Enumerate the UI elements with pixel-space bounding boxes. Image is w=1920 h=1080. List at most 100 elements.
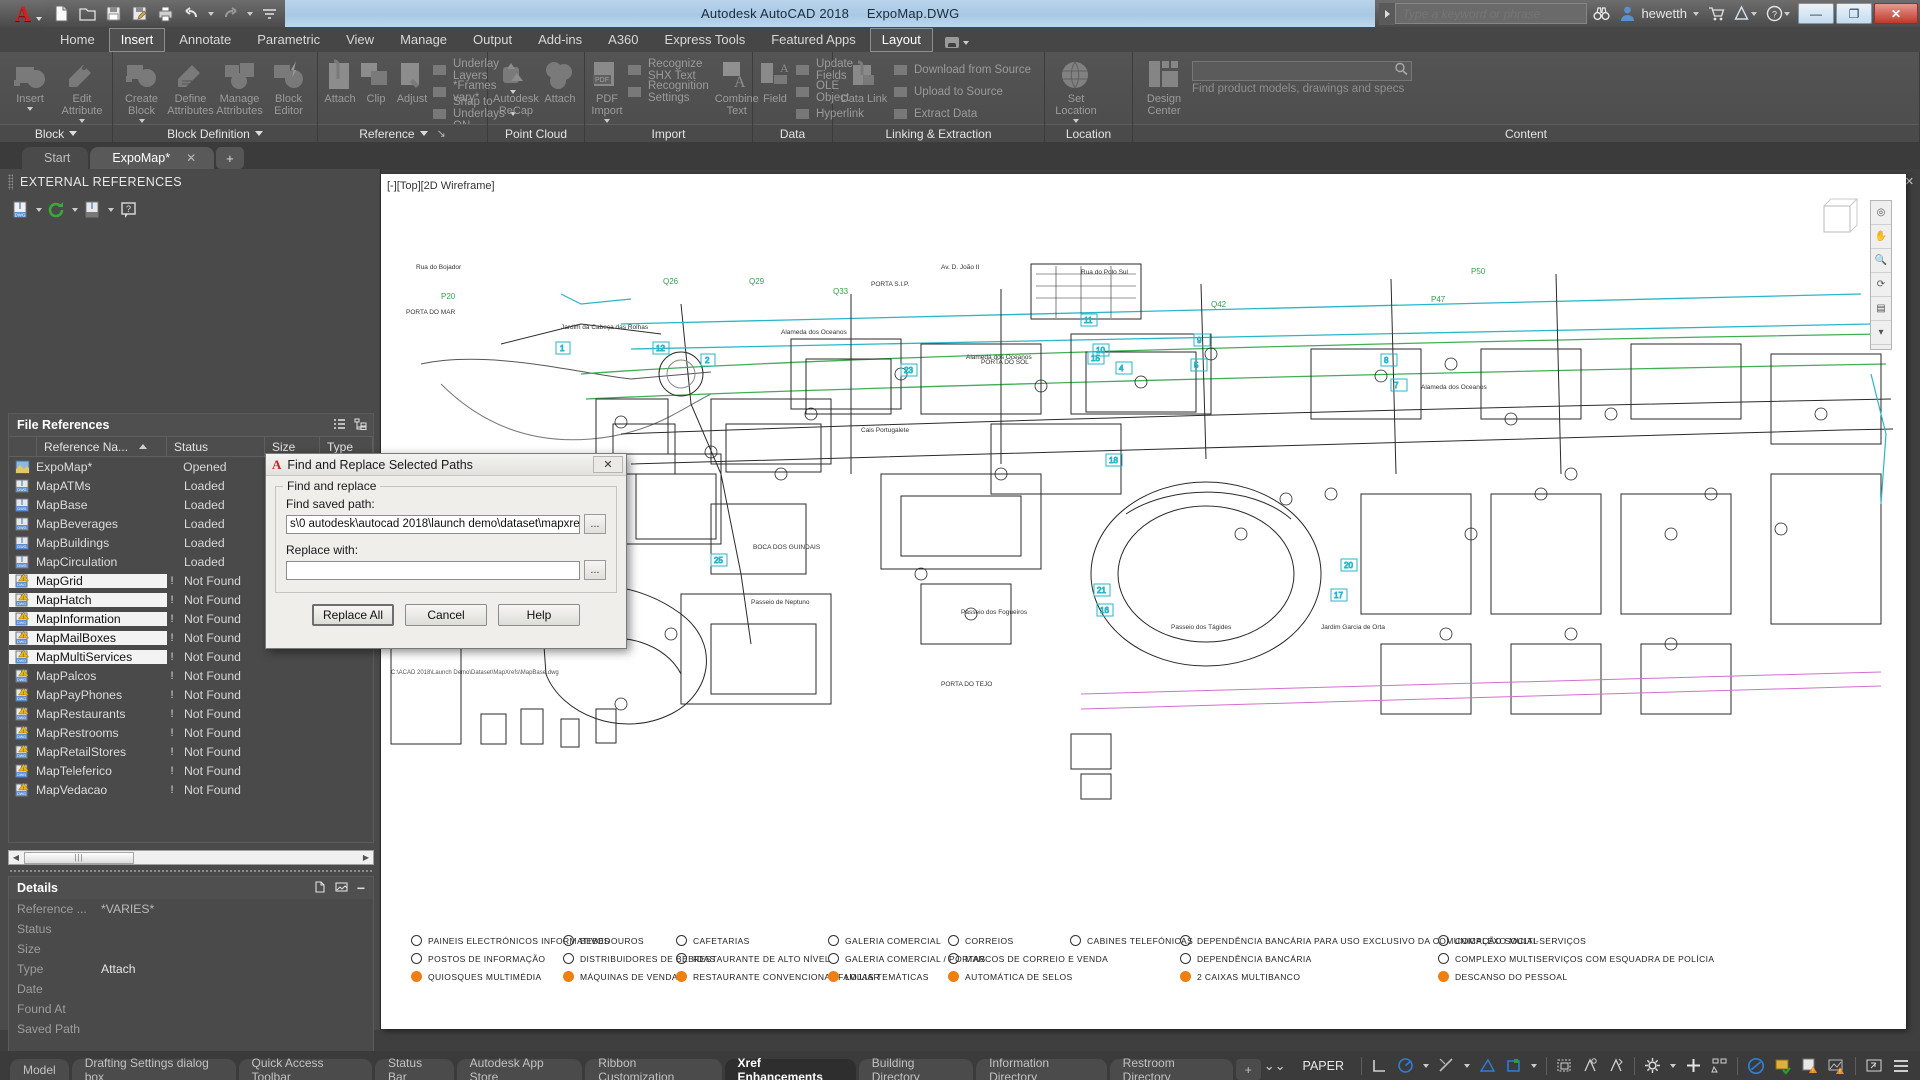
panel-title[interactable]: Reference ↘ xyxy=(318,124,487,142)
change-path-icon[interactable] xyxy=(82,200,104,220)
viewport-close-icon[interactable]: ✕ xyxy=(1905,175,1914,188)
xref-name-cell[interactable]: DWG! MapRetailStores xyxy=(9,744,167,759)
help-dropdown-icon[interactable] xyxy=(1784,11,1790,16)
chevron-down-icon[interactable] xyxy=(604,119,610,123)
help-icon[interactable]: ? xyxy=(1765,4,1784,23)
osnap-dropdown-icon[interactable] xyxy=(1531,1063,1537,1068)
scrollbar-thumb[interactable]: ||| xyxy=(24,851,134,864)
redo-dropdown-icon[interactable] xyxy=(247,11,253,16)
ribbon-button-attach[interactable]: Attach xyxy=(323,55,357,105)
annotation-visibility-icon[interactable] xyxy=(1556,1057,1573,1074)
customize-qat-icon[interactable] xyxy=(260,4,279,23)
help-button[interactable]: Help xyxy=(498,604,580,626)
details-view-icon[interactable] xyxy=(314,880,326,896)
layout-tab-xref-enhancements[interactable]: Xref Enhancements xyxy=(724,1056,856,1080)
xref-name-cell[interactable]: DWG! MapTeleferico xyxy=(9,763,167,778)
ribbon-tab-view[interactable]: View xyxy=(334,28,386,52)
panel-title[interactable]: Block Definition xyxy=(113,124,317,142)
ribbon-button-data-link[interactable]: Data Link xyxy=(838,55,890,105)
tree-view-icon[interactable] xyxy=(354,418,367,433)
chevron-down-icon[interactable] xyxy=(69,131,78,136)
file-references-hscrollbar[interactable]: ◀ ||| ▶ xyxy=(8,850,374,865)
xref-name-cell[interactable]: DWG MapBase xyxy=(9,498,167,512)
find-and-replace-paths-dialog[interactable]: A Find and Replace Selected Paths ✕ Find… xyxy=(265,453,627,649)
xref-row[interactable]: DWG! MapTeleferico! Not Found xyxy=(9,761,373,780)
minimize-icon[interactable]: − xyxy=(357,881,365,895)
panel-title[interactable]: Import xyxy=(585,124,752,142)
ribbon-button-manage-attributes[interactable]: Manage Attributes xyxy=(216,55,263,117)
xref-row[interactable]: DWG! MapRetailStores! Not Found xyxy=(9,742,373,761)
xref-name-cell[interactable]: DWG! MapMultiServices xyxy=(9,649,167,664)
new-icon[interactable] xyxy=(52,4,71,23)
navigation-bar[interactable]: ◎ ✋ 🔍 ⟳ ▤ ▾ xyxy=(1870,200,1892,350)
xref-name-cell[interactable]: DWG MapCirculation xyxy=(9,555,167,569)
customization-units-icon[interactable] xyxy=(1711,1057,1728,1074)
annotation-scale-sync-icon[interactable] xyxy=(1608,1057,1625,1074)
cancel-button[interactable]: Cancel xyxy=(405,604,487,626)
layout-tab-information-directory[interactable]: Information Directory xyxy=(976,1056,1107,1080)
ribbon-tab-output[interactable]: Output xyxy=(461,28,524,52)
help-icon[interactable]: ? xyxy=(118,200,140,220)
xref-row[interactable]: DWG! MapRestaurants! Not Found xyxy=(9,704,373,723)
restore-button[interactable]: ❐ xyxy=(1836,3,1872,24)
refresh-icon[interactable] xyxy=(46,200,68,220)
layout-tab-quick-access-toolbar[interactable]: Quick Access Toolbar xyxy=(238,1056,373,1080)
close-icon[interactable]: ✕ xyxy=(186,151,196,165)
pan-icon[interactable]: ✋ xyxy=(1871,225,1891,249)
panel-title[interactable]: Linking & Extraction xyxy=(833,124,1044,142)
xref-name-cell[interactable]: DWG! MapHatch xyxy=(9,592,167,607)
customization-menu-icon[interactable] xyxy=(1892,1057,1910,1075)
osnap-icon[interactable] xyxy=(1479,1057,1496,1074)
refresh-dropdown-icon[interactable] xyxy=(72,208,78,212)
attach-dwg-icon[interactable]: DWG xyxy=(10,200,32,220)
view-cube-icon[interactable] xyxy=(1810,192,1866,244)
ribbon-minimize-control[interactable] xyxy=(944,37,969,52)
expand-icon[interactable]: ⌄⌄ xyxy=(1264,1058,1286,1074)
ribbon-button-adjust[interactable]: Adjust xyxy=(395,55,429,105)
chevron-down-icon[interactable] xyxy=(1073,119,1079,123)
polar-dropdown-icon[interactable] xyxy=(1423,1063,1429,1068)
xref-row[interactable]: DWG! MapVedacao! Not Found xyxy=(9,780,373,799)
a360-dropdown-icon[interactable] xyxy=(1751,11,1757,16)
ribbon-button-block-editor[interactable]: Block Editor xyxy=(265,55,312,117)
undo-icon[interactable] xyxy=(182,4,201,23)
panel-title[interactable]: Data xyxy=(753,124,832,142)
xref-name-cell[interactable]: DWG! MapPalcos xyxy=(9,668,167,683)
plot-icon[interactable] xyxy=(156,4,175,23)
find-browse-button[interactable]: ... xyxy=(584,514,606,534)
ribbon-button-pdf-import[interactable]: PDF PDF Import xyxy=(590,55,624,123)
ribbon-button-define-attributes[interactable]: Define Attributes xyxy=(167,55,214,117)
panel-title[interactable]: Content xyxy=(1133,124,1919,142)
hardware-acceleration-icon[interactable] xyxy=(1774,1057,1792,1075)
user-avatar-icon[interactable] xyxy=(1618,4,1637,23)
showmotion-icon[interactable]: ▤ xyxy=(1871,297,1891,321)
add-icon[interactable] xyxy=(1685,1057,1702,1074)
ribbon-tab-add-ins[interactable]: Add-ins xyxy=(526,28,594,52)
ribbon-tab-home[interactable]: Home xyxy=(48,28,107,52)
new-layout-button[interactable]: + xyxy=(1235,1059,1261,1080)
clean-screen-warning-icon[interactable]: ! xyxy=(1801,1057,1819,1075)
layout-tab-autodesk-app-store[interactable]: Autodesk App Store xyxy=(456,1056,583,1080)
ribbon-button-insert[interactable]: Insert xyxy=(5,55,55,111)
space-toggle[interactable]: PAPER xyxy=(1295,1059,1352,1073)
chevron-down-icon[interactable] xyxy=(27,107,33,111)
ortho-icon[interactable] xyxy=(1371,1057,1388,1074)
infocenter-search[interactable] xyxy=(1379,2,1588,25)
xref-row[interactable]: DWG! MapPayPhones! Not Found xyxy=(9,685,373,704)
list-view-icon[interactable] xyxy=(333,418,346,433)
ribbon-button-clip[interactable]: Clip xyxy=(359,55,393,105)
xref-name-cell[interactable]: DWG! MapVedacao xyxy=(9,782,167,797)
chevron-down-icon[interactable] xyxy=(254,131,263,136)
ribbon-button-attach[interactable]: Attach xyxy=(541,55,579,105)
fullscreen-icon[interactable] xyxy=(1865,1057,1883,1075)
panel-splitter[interactable] xyxy=(8,867,374,875)
ribbon-button-recognition-settings[interactable]: Recognition Settings xyxy=(626,80,713,104)
open-icon[interactable] xyxy=(78,4,97,23)
replace-browse-button[interactable]: ... xyxy=(584,560,606,580)
workspace-gear-icon[interactable] xyxy=(1644,1057,1661,1074)
ribbon-button-set-location[interactable]: Set Location xyxy=(1050,55,1102,123)
ribbon-button-upload-to-source[interactable]: Upload to Source xyxy=(892,82,1035,101)
dialog-close-button[interactable]: ✕ xyxy=(593,456,623,473)
replace-all-button[interactable]: Replace All xyxy=(312,604,394,626)
chevron-down-icon[interactable] xyxy=(79,119,85,123)
